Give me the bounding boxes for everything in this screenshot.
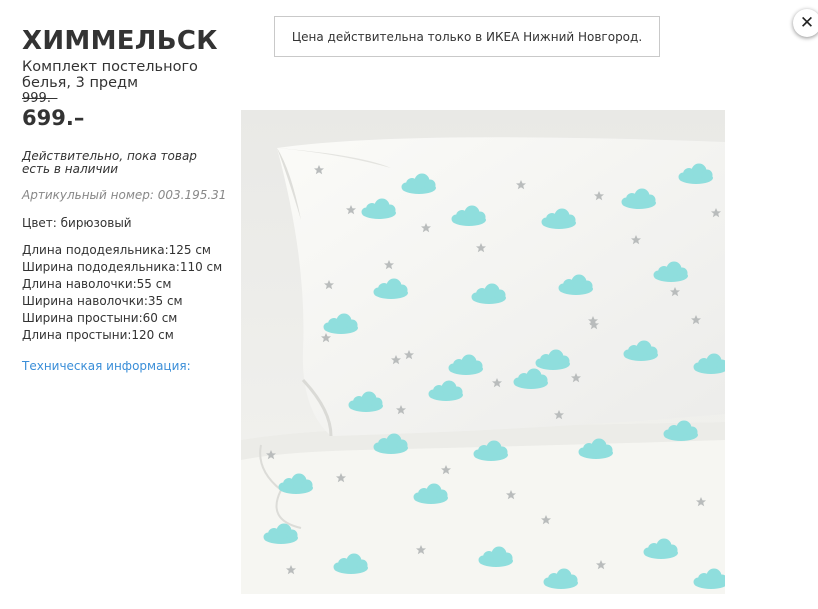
spec-line: Длина простыни:120 см <box>22 328 174 342</box>
product-subtitle: Комплект постельного белья, 3 предм <box>22 59 198 91</box>
price-notice-box: Цена действительна только в ИКЕА Нижний … <box>274 16 660 57</box>
close-button[interactable]: ✕ <box>793 9 818 37</box>
price-notice-text: Цена действительна только в ИКЕА Нижний … <box>291 29 643 44</box>
product-info-panel: ХИММЕЛЬСК Комплект постельного белья, 3 … <box>22 26 232 374</box>
spec-line: Длина пододеяльника:125 см <box>22 243 211 257</box>
close-icon: ✕ <box>799 12 815 33</box>
old-price: 999.– <box>22 91 58 106</box>
bedding-photo <box>241 110 725 594</box>
product-specs: Длина пододеяльника:125 см Ширина пододе… <box>22 242 232 344</box>
article-number: Артикульный номер: 003.195.31 <box>22 188 227 202</box>
current-price: 699.– <box>22 106 85 130</box>
spec-line: Ширина простыни:60 см <box>22 311 178 325</box>
availability-note: Действительно, пока товар есть в наличии <box>22 149 197 176</box>
technical-info-link[interactable]: Техническая информация: <box>22 359 191 373</box>
spec-line: Длина наволочки:55 см <box>22 277 172 291</box>
spec-line: Ширина наволочки:35 см <box>22 294 183 308</box>
product-image <box>241 110 725 594</box>
product-color: Цвет: бирюзовый <box>22 216 132 230</box>
spec-line: Ширина пододеяльника:110 см <box>22 260 223 274</box>
product-title: ХИММЕЛЬСК <box>22 26 218 56</box>
